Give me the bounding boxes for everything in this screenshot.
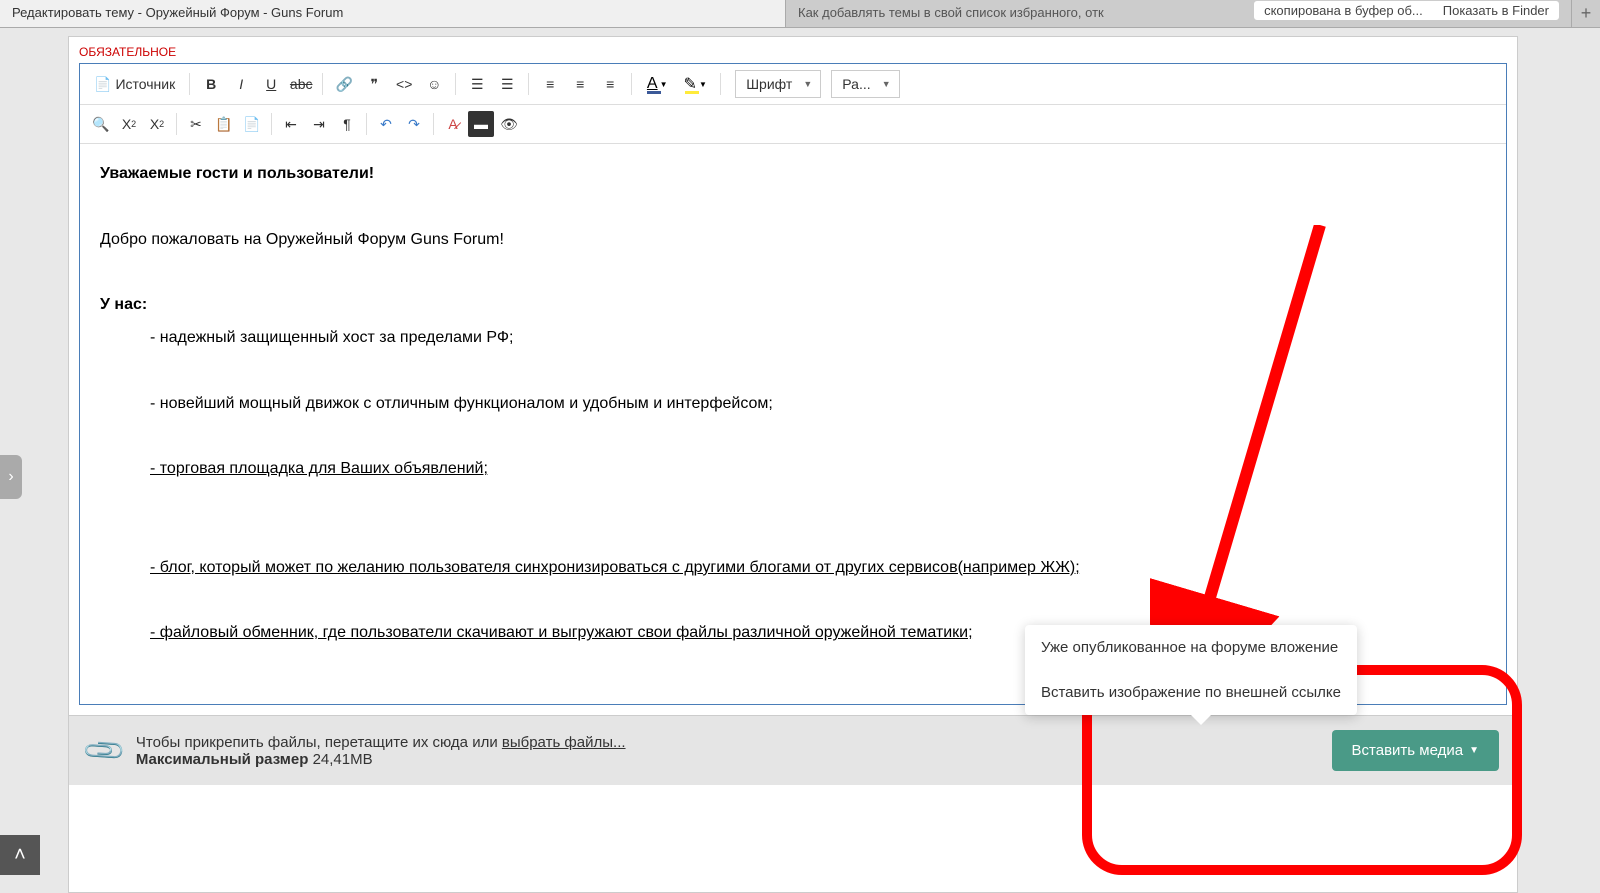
reveal-finder-link[interactable]: Показать в Finder xyxy=(1443,3,1549,18)
attachment-bar: 📎 Чтобы прикрепить файлы, перетащите их … xyxy=(69,715,1517,785)
bulleted-list-button[interactable]: ☰ xyxy=(464,71,490,97)
greeting: Уважаемые гости и пользователи! xyxy=(100,165,374,182)
toolbar-row-1: 📄 Источник B I U abc 🔗 ❞ <> ☺ ☰ ☰ ≡ ≡ ≡ … xyxy=(80,64,1506,105)
paperclip-icon: 📎 xyxy=(80,727,128,775)
italic-button[interactable]: I xyxy=(228,71,254,97)
subscript-button[interactable]: X2 xyxy=(116,111,142,137)
ltr-button[interactable]: ¶ xyxy=(334,111,360,137)
choose-files-link[interactable]: выбрать файлы... xyxy=(502,734,626,751)
we-have: У нас: xyxy=(100,296,147,313)
insert-media-popover: Уже опубликованное на форуме вложение Вс… xyxy=(1025,625,1357,715)
paste-button[interactable]: 📋 xyxy=(211,111,237,137)
align-right-button[interactable]: ≡ xyxy=(597,71,623,97)
indent-button[interactable]: ⇥ xyxy=(306,111,332,137)
paste-text-button[interactable]: 📄 xyxy=(239,111,265,137)
align-center-button[interactable]: ≡ xyxy=(567,71,593,97)
list-item: - новейший мощный движок с отличным функ… xyxy=(100,390,1486,419)
remove-format-button[interactable]: A̷ xyxy=(440,111,466,137)
maxsize-label: Максимальный размер xyxy=(136,751,309,768)
tab-active[interactable]: Редактировать тему - Оружейный Форум - G… xyxy=(0,0,786,27)
link-button[interactable]: 🔗 xyxy=(331,71,357,97)
superscript-button[interactable]: X2 xyxy=(144,111,170,137)
preview-button[interactable]: 👁 xyxy=(496,111,522,137)
source-icon: 📄 xyxy=(94,76,111,93)
side-expand-handle[interactable]: › xyxy=(0,455,22,499)
strikethrough-button[interactable]: abc xyxy=(288,71,314,97)
code-button[interactable]: <> xyxy=(391,71,417,97)
popover-option-url[interactable]: Вставить изображение по внешней ссылке xyxy=(1025,670,1357,715)
required-label: ОБЯЗАТЕЛЬНОЕ xyxy=(69,37,1517,63)
system-notification: скопирована в буфер об... Показать в Fin… xyxy=(1253,0,1560,21)
list-item-link[interactable]: - файловый обменник, где пользователи ск… xyxy=(150,624,973,641)
find-button[interactable]: 🔍 xyxy=(88,111,114,137)
cut-button[interactable]: ✂ xyxy=(183,111,209,137)
toolbar-row-2: 🔍 X2 X2 ✂ 📋 📄 ⇤ ⇥ ¶ ↶ ↷ A̷ ▬ 👁 xyxy=(80,105,1506,144)
source-button[interactable]: 📄 Источник xyxy=(88,71,181,97)
redo-button[interactable]: ↷ xyxy=(401,111,427,137)
list-item-link[interactable]: - блог, который может по желанию пользов… xyxy=(150,559,1080,576)
popover-option-existing[interactable]: Уже опубликованное на форуме вложение xyxy=(1025,625,1357,670)
attach-hint: Чтобы прикрепить файлы, перетащите их сю… xyxy=(136,734,626,768)
editor-panel: ОБЯЗАТЕЛЬНОЕ 📄 Источник B I U abc 🔗 ❞ <>… xyxy=(68,36,1518,893)
new-tab-button[interactable]: + xyxy=(1572,0,1600,27)
source-label: Источник xyxy=(115,76,175,92)
size-select[interactable]: Ра... xyxy=(831,70,899,98)
attach-hint-text: Чтобы прикрепить файлы, перетащите их сю… xyxy=(136,734,502,751)
emoji-button[interactable]: ☺ xyxy=(421,71,447,97)
insert-media-label: Вставить медиа xyxy=(1352,742,1464,759)
list-item-link[interactable]: - торговая площадка для Ваших объявлений… xyxy=(150,460,488,477)
list-item: - надежный защищенный хост за пределами … xyxy=(100,324,1486,353)
editor-container: 📄 Источник B I U abc 🔗 ❞ <> ☺ ☰ ☰ ≡ ≡ ≡ … xyxy=(79,63,1507,705)
bold-button[interactable]: B xyxy=(198,71,224,97)
welcome-text: Добро пожаловать на Оружейный Форум Guns… xyxy=(100,226,1486,255)
codeblock-button[interactable]: ▬ xyxy=(468,111,494,137)
align-left-button[interactable]: ≡ xyxy=(537,71,563,97)
insert-media-button[interactable]: Вставить медиа ▼ xyxy=(1332,730,1499,771)
scroll-top-button[interactable]: ˄ xyxy=(0,835,40,875)
underline-button[interactable]: U xyxy=(258,71,284,97)
undo-button[interactable]: ↶ xyxy=(373,111,399,137)
maxsize-value: 24,41MB xyxy=(313,751,373,768)
notification-text: скопирована в буфер об... xyxy=(1264,3,1423,18)
font-select[interactable]: Шрифт xyxy=(735,70,821,98)
numbered-list-button[interactable]: ☰ xyxy=(494,71,520,97)
highlight-color-button[interactable]: ✎▼ xyxy=(678,71,712,97)
editor-content[interactable]: Уважаемые гости и пользователи! Добро по… xyxy=(80,144,1506,704)
outdent-button[interactable]: ⇤ xyxy=(278,111,304,137)
quote-button[interactable]: ❞ xyxy=(361,71,387,97)
text-color-button[interactable]: A▼ xyxy=(640,71,674,97)
chevron-down-icon: ▼ xyxy=(1469,745,1479,756)
